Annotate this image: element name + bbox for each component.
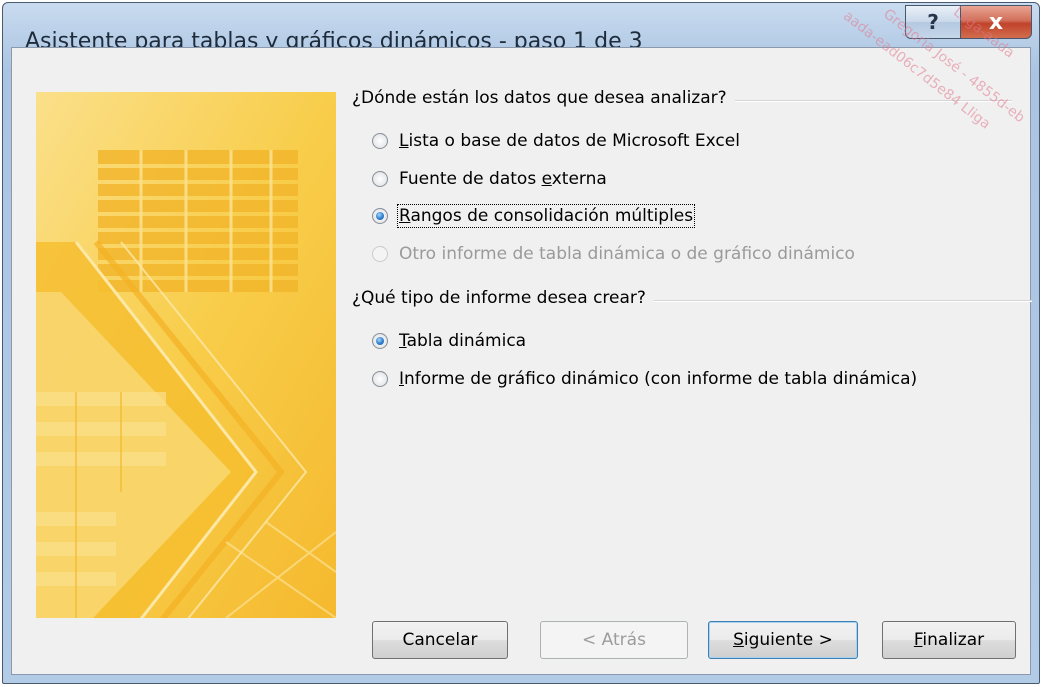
- radio-label-excel-list: Lista o base de datos de Microsoft Excel: [399, 131, 740, 151]
- report-group-header: ¿Qué tipo de informe desea crear?: [352, 288, 654, 308]
- radio-label-pivot-chart: Informe de gráfico dinámico (con informe…: [399, 369, 918, 389]
- radio-excel-list[interactable]: Lista o base de datos de Microsoft Excel: [372, 131, 740, 151]
- next-button[interactable]: Siguiente >: [708, 621, 858, 659]
- back-button-label: < Atrás: [582, 630, 646, 650]
- radio-label-multiple-consolidation: Rangos de consolidación múltiples: [396, 204, 696, 228]
- back-button[interactable]: < Atrás: [540, 621, 688, 659]
- radio-label-other-report: Otro informe de tabla dinámica o de gráf…: [399, 244, 855, 264]
- radio-button-multiple-consolidation[interactable]: [372, 208, 388, 224]
- radio-label-pivot-table: Tabla dinámica: [399, 331, 527, 351]
- radio-button-other-report[interactable]: [372, 246, 388, 262]
- cancel-button[interactable]: Cancelar: [372, 621, 508, 659]
- wizard-window: Asistente para tablas y gráficos dinámic…: [2, 2, 1040, 684]
- cancel-button-label: Cancelar: [402, 630, 478, 650]
- radio-pivot-chart[interactable]: Informe de gráfico dinámico (con informe…: [372, 369, 917, 389]
- radio-label-external-source: Fuente de datos externa: [399, 169, 607, 189]
- radio-multiple-consolidation[interactable]: Rangos de consolidación múltiples: [372, 204, 696, 228]
- finish-button-label: Finalizar: [913, 630, 985, 650]
- radio-external-source[interactable]: Fuente de datos externa: [372, 169, 607, 189]
- radio-other-report[interactable]: Otro informe de tabla dinámica o de gráf…: [372, 244, 855, 264]
- spreadsheet-graphic-top: [98, 150, 298, 292]
- finish-button[interactable]: Finalizar: [882, 621, 1016, 659]
- next-button-label: Siguiente >: [733, 630, 833, 650]
- help-icon: ?: [927, 10, 939, 34]
- radio-button-pivot-table[interactable]: [372, 333, 388, 349]
- source-group-header: ¿Dónde están los datos que desea analiza…: [352, 88, 735, 108]
- radio-button-excel-list[interactable]: [372, 133, 388, 149]
- wizard-illustration: [36, 92, 336, 618]
- dialog-client-area: ¿Dónde están los datos que desea analiza…: [11, 47, 1032, 675]
- radio-button-pivot-chart[interactable]: [372, 371, 388, 387]
- radio-pivot-table[interactable]: Tabla dinámica: [372, 331, 526, 351]
- radio-button-external-source[interactable]: [372, 171, 388, 187]
